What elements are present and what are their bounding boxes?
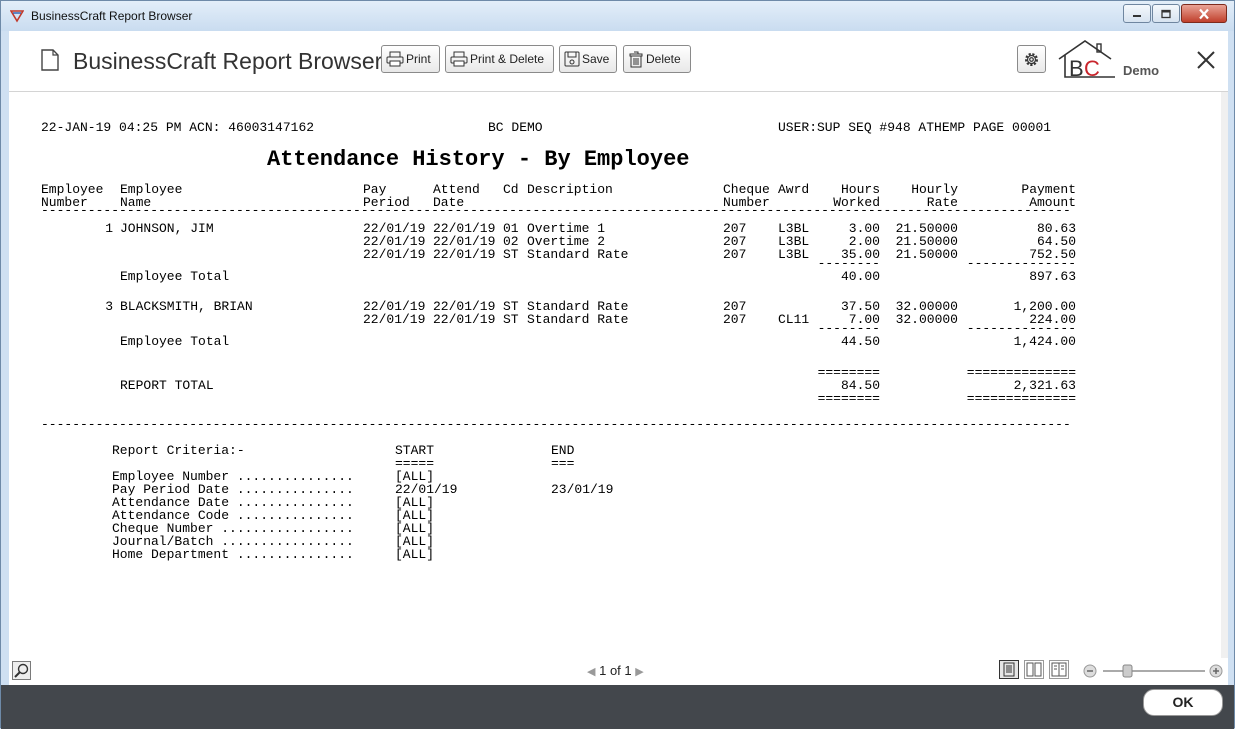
- save-label: Save: [582, 52, 610, 66]
- single-page-icon: [1003, 662, 1015, 677]
- row-awrd: L3BL: [778, 247, 810, 262]
- zoom-slider[interactable]: [1083, 661, 1223, 681]
- employee-total-hours: 44.50: [840, 334, 880, 349]
- print-label: Print: [406, 52, 431, 66]
- row-cd: ST: [503, 247, 519, 262]
- employee-total-amount: 897.63: [1029, 269, 1076, 284]
- maximize-icon: [1161, 9, 1171, 18]
- page-navigator: ◀ 1 of 1 ▶: [587, 663, 644, 678]
- row-description: Standard Rate: [527, 247, 629, 262]
- employee-name: BLACKSMITH, BRIAN: [120, 299, 253, 314]
- next-page-icon[interactable]: ▶: [635, 666, 643, 678]
- ok-button[interactable]: OK: [1143, 689, 1223, 716]
- report-header-right: USER:SUP SEQ #948 ATHEMP PAGE 00001: [778, 120, 1052, 135]
- current-page: 1: [599, 663, 607, 678]
- report-title: Attendance History - By Employee: [267, 147, 690, 172]
- employee-number: 3: [105, 299, 113, 314]
- app-title: BusinessCraft Report Browser: [73, 48, 383, 74]
- employee-total-hours: 40.00: [840, 269, 880, 284]
- col-awrd: Awrd: [778, 182, 810, 197]
- save-button[interactable]: Save: [559, 45, 617, 73]
- settings-button[interactable]: [1017, 45, 1046, 73]
- delete-label: Delete: [646, 52, 681, 66]
- printer-icon: [386, 51, 404, 67]
- row-rate: 21.50000: [895, 247, 958, 262]
- two-page-view-button[interactable]: [1024, 660, 1044, 679]
- rule-line: ----------------------------------------…: [41, 417, 1071, 432]
- print-delete-button[interactable]: Print & Delete: [445, 45, 554, 73]
- total-pages: 1: [624, 663, 632, 678]
- employee-number: 1: [105, 221, 113, 236]
- row-awrd: CL11: [778, 312, 810, 327]
- employee-total-label: Employee Total: [120, 269, 230, 284]
- footer-bar: ◀ 1 of 1 ▶: [9, 658, 1228, 685]
- close-icon: [1199, 8, 1209, 19]
- row-cheque: 207: [723, 312, 747, 327]
- prev-page-icon[interactable]: ◀: [587, 666, 595, 678]
- maximize-button[interactable]: [1152, 4, 1180, 23]
- bc-house-logo: B C: [1058, 40, 1115, 79]
- row-attend-date: 22/01/19: [433, 312, 496, 327]
- criteria-label: Home Department ...............: [112, 547, 354, 562]
- demo-label: Demo: [1123, 63, 1160, 78]
- report-browser-window: BusinessCraft Report Browser BusinessCra…: [0, 0, 1235, 729]
- report-total-label: REPORT TOTAL: [120, 378, 214, 393]
- print-button[interactable]: Print: [381, 45, 440, 73]
- zoom-search-button[interactable]: [12, 661, 31, 680]
- two-page-icon: [1026, 662, 1042, 677]
- row-rate: 32.00000: [895, 312, 958, 327]
- multi-page-icon: [1051, 662, 1067, 677]
- col-cd: Cd: [503, 182, 519, 197]
- row-pay-period: 22/01/19: [363, 247, 426, 262]
- single-page-view-button[interactable]: [999, 660, 1019, 679]
- row-pay-period: 22/01/19: [363, 312, 426, 327]
- minimize-icon: [1133, 14, 1141, 17]
- toolbar: BusinessCraft Report Browser Print Print…: [9, 31, 1228, 92]
- rule-line: ----------------------------------------…: [41, 203, 1071, 218]
- trash-icon: [629, 51, 643, 67]
- page-of-label: of: [609, 663, 621, 678]
- employee-name: JOHNSON, JIM: [120, 221, 214, 236]
- gear-icon: [1025, 53, 1038, 66]
- zoom-slider-thumb[interactable]: [1122, 664, 1133, 678]
- total-equals: ==============: [966, 391, 1076, 406]
- row-cd: ST: [503, 312, 519, 327]
- logo-b: B: [1069, 56, 1084, 79]
- window-close-button[interactable]: [1181, 4, 1227, 23]
- criteria-start-value: [ALL]: [395, 547, 435, 562]
- document-icon: [41, 49, 59, 71]
- client-area: BusinessCraft Report Browser Print Print…: [9, 31, 1228, 685]
- criteria-end-value: 23/01/19: [551, 482, 614, 497]
- employee-total-label: Employee Total: [120, 334, 230, 349]
- row-cheque: 207: [723, 247, 747, 262]
- title-bar: BusinessCraft Report Browser: [1, 1, 1234, 31]
- delete-button[interactable]: Delete: [623, 45, 691, 73]
- criteria-end-underline: ===: [551, 456, 575, 471]
- criteria-title: Report Criteria:-: [112, 443, 245, 458]
- view-mode-group: [999, 660, 1074, 679]
- print-delete-label: Print & Delete: [470, 52, 545, 66]
- app-icon: [10, 10, 24, 23]
- printer-icon: [450, 51, 468, 67]
- row-description: Standard Rate: [527, 312, 629, 327]
- bottom-bar: OK: [1, 685, 1234, 729]
- total-equals: ========: [817, 391, 880, 406]
- row-attend-date: 22/01/19: [433, 247, 496, 262]
- logo-c: C: [1084, 56, 1100, 79]
- window-title: BusinessCraft Report Browser: [31, 9, 193, 23]
- report-header-left: 22-JAN-19 04:25 PM ACN: 46003147162: [41, 120, 315, 135]
- magnifier-icon: [14, 663, 29, 678]
- col-description: Description: [527, 182, 613, 197]
- report-page: 22-JAN-19 04:25 PM ACN: 46003147162 BC DE…: [9, 92, 1221, 658]
- close-icon[interactable]: [1195, 49, 1217, 71]
- vertical-scrollbar[interactable]: [1221, 92, 1228, 658]
- report-header-center: BC DEMO: [488, 120, 543, 135]
- employee-total-amount: 1,424.00: [1013, 334, 1076, 349]
- save-icon: [564, 51, 580, 67]
- minimize-button[interactable]: [1123, 4, 1151, 23]
- multi-page-view-button[interactable]: [1049, 660, 1069, 679]
